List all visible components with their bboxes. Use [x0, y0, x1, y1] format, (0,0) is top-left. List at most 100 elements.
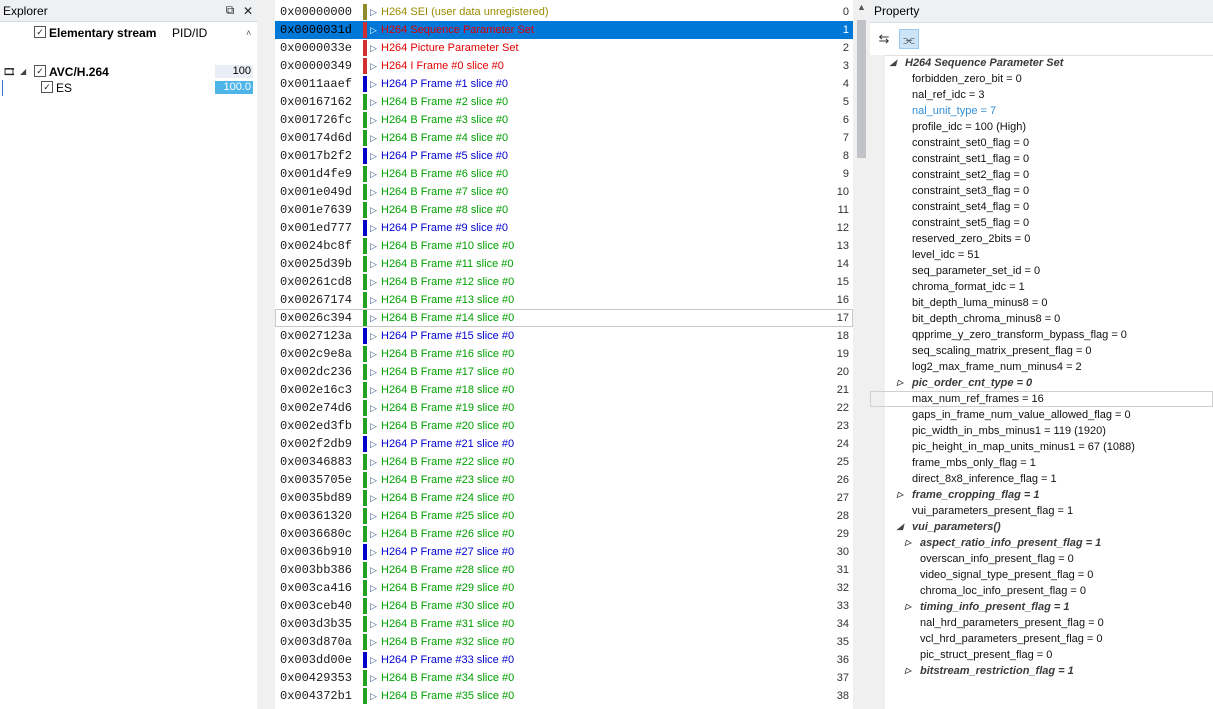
- property-field[interactable]: constraint_set1_flag = 0: [912, 151, 1029, 167]
- packet-row[interactable]: 0x0017b2f2 ▷ H264 P Frame #5 slice #0 8: [275, 147, 853, 165]
- expand-arrow-icon[interactable]: ▷: [370, 75, 377, 93]
- packet-row[interactable]: 0x0000033e ▷ H264 Picture Parameter Set 2: [275, 39, 853, 57]
- packet-row[interactable]: 0x0036680c ▷ H264 B Frame #26 slice #0 29: [275, 525, 853, 543]
- swap-arrows-icon[interactable]: ⇆: [874, 29, 894, 49]
- property-field[interactable]: constraint_set4_flag = 0: [912, 199, 1029, 215]
- expand-arrow-icon[interactable]: ▷: [905, 663, 911, 679]
- collapse-arrow-icon[interactable]: ◢: [897, 519, 903, 535]
- property-field[interactable]: direct_8x8_inference_flag = 1: [912, 471, 1057, 487]
- expand-arrow-icon[interactable]: ▷: [370, 3, 377, 21]
- expand-arrow-icon[interactable]: ▷: [370, 615, 377, 633]
- expand-arrow-icon[interactable]: ▷: [370, 39, 377, 57]
- tree-node-avc[interactable]: 🎞 ◢ ✓ AVC/H.264 100: [0, 64, 257, 80]
- property-field[interactable]: bit_depth_chroma_minus8 = 0: [912, 311, 1060, 327]
- expand-arrow-icon[interactable]: ▷: [370, 255, 377, 273]
- property-field[interactable]: nal_hrd_parameters_present_flag = 0: [920, 615, 1104, 631]
- avc-checkbox[interactable]: ✓: [34, 65, 46, 77]
- property-field[interactable]: vcl_hrd_parameters_present_flag = 0: [920, 631, 1103, 647]
- tree-view-icon[interactable]: ⫘: [899, 29, 919, 49]
- packet-row[interactable]: 0x0026c394 ▷ H264 B Frame #14 slice #0 17: [275, 309, 853, 327]
- property-field[interactable]: profile_idc = 100 (High): [912, 119, 1026, 135]
- expand-arrow-icon[interactable]: ▷: [370, 489, 377, 507]
- property-field[interactable]: max_num_ref_frames = 16: [912, 391, 1044, 407]
- packet-row[interactable]: 0x003d870a ▷ H264 B Frame #32 slice #0 35: [275, 633, 853, 651]
- expand-arrow-icon[interactable]: ▷: [370, 291, 377, 309]
- property-field[interactable]: seq_parameter_set_id = 0: [912, 263, 1040, 279]
- expand-arrow-icon[interactable]: ▷: [370, 633, 377, 651]
- property-field[interactable]: log2_max_frame_num_minus4 = 2: [912, 359, 1082, 375]
- property-field[interactable]: vui_parameters_present_flag = 1: [912, 503, 1073, 519]
- property-field[interactable]: bit_depth_luma_minus8 = 0: [912, 295, 1047, 311]
- packet-row[interactable]: 0x002e74d6 ▷ H264 B Frame #19 slice #0 22: [275, 399, 853, 417]
- expand-arrow-icon[interactable]: ▷: [370, 525, 377, 543]
- packet-row[interactable]: 0x003dd00e ▷ H264 P Frame #33 slice #0 36: [275, 651, 853, 669]
- expand-arrow-icon[interactable]: ▷: [370, 453, 377, 471]
- expand-arrow-icon[interactable]: ▷: [370, 579, 377, 597]
- packet-row[interactable]: 0x00000000 ▷ H264 SEI (user data unregiste…: [275, 3, 853, 21]
- packet-row[interactable]: 0x004372b1 ▷ H264 B Frame #35 slice #0 38: [275, 687, 853, 705]
- property-field[interactable]: nal_ref_idc = 3: [912, 87, 984, 103]
- property-field[interactable]: ▷ frame_cropping_flag = 1: [897, 487, 1039, 503]
- packet-list-scrollbar[interactable]: ▲: [853, 0, 870, 709]
- expand-arrow-icon[interactable]: ▷: [897, 487, 903, 503]
- property-field[interactable]: pic_height_in_map_units_minus1 = 67 (108…: [912, 439, 1135, 455]
- expand-arrow-icon[interactable]: ▷: [370, 435, 377, 453]
- expand-arrow-icon[interactable]: ▷: [370, 543, 377, 561]
- packet-row[interactable]: 0x001e049d ▷ H264 B Frame #7 slice #0 10: [275, 183, 853, 201]
- packet-row[interactable]: 0x001726fc ▷ H264 B Frame #3 slice #0 6: [275, 111, 853, 129]
- expand-arrow-icon[interactable]: ▷: [370, 417, 377, 435]
- expand-arrow-icon[interactable]: ▷: [370, 183, 377, 201]
- collapse-arrow-icon[interactable]: ◢: [20, 64, 26, 80]
- packet-row[interactable]: 0x00346883 ▷ H264 B Frame #22 slice #0 25: [275, 453, 853, 471]
- expand-arrow-icon[interactable]: ▷: [370, 219, 377, 237]
- packet-row[interactable]: 0x0025d39b ▷ H264 B Frame #11 slice #0 14: [275, 255, 853, 273]
- expand-arrow-icon[interactable]: ▷: [897, 375, 903, 391]
- header-checkbox[interactable]: ✓: [34, 26, 46, 38]
- packet-row[interactable]: 0x0027123a ▷ H264 P Frame #15 slice #0 18: [275, 327, 853, 345]
- property-field[interactable]: ▷ pic_order_cnt_type = 0: [897, 375, 1032, 391]
- property-field[interactable]: forbidden_zero_bit = 0: [912, 71, 1022, 87]
- expand-arrow-icon[interactable]: ▷: [370, 201, 377, 219]
- packet-row[interactable]: 0x002dc236 ▷ H264 B Frame #17 slice #0 20: [275, 363, 853, 381]
- scrollbar-thumb[interactable]: [857, 20, 866, 158]
- expand-arrow-icon[interactable]: ▷: [370, 363, 377, 381]
- expand-arrow-icon[interactable]: ▷: [370, 597, 377, 615]
- expand-arrow-icon[interactable]: ▷: [370, 381, 377, 399]
- packet-row[interactable]: 0x0036b910 ▷ H264 P Frame #27 slice #0 30: [275, 543, 853, 561]
- property-field[interactable]: nal_unit_type = 7: [912, 103, 996, 119]
- packet-row[interactable]: 0x00261cd8 ▷ H264 B Frame #12 slice #0 15: [275, 273, 853, 291]
- property-field[interactable]: pic_width_in_mbs_minus1 = 119 (1920): [912, 423, 1106, 439]
- property-field[interactable]: seq_scaling_matrix_present_flag = 0: [912, 343, 1091, 359]
- close-icon[interactable]: ✕: [239, 4, 257, 18]
- property-field[interactable]: video_signal_type_present_flag = 0: [920, 567, 1093, 583]
- packet-row[interactable]: 0x00174d6d ▷ H264 B Frame #4 slice #0 7: [275, 129, 853, 147]
- packet-row[interactable]: 0x00429353 ▷ H264 B Frame #34 slice #0 37: [275, 669, 853, 687]
- expand-arrow-icon[interactable]: ▷: [370, 687, 377, 705]
- property-field[interactable]: gaps_in_frame_num_value_allowed_flag = 0: [912, 407, 1131, 423]
- property-field[interactable]: chroma_format_idc = 1: [912, 279, 1025, 295]
- property-field[interactable]: reserved_zero_2bits = 0: [912, 231, 1030, 247]
- property-field[interactable]: qpprime_y_zero_transform_bypass_flag = 0: [912, 327, 1127, 343]
- expand-arrow-icon[interactable]: ▷: [905, 599, 911, 615]
- collapse-arrow-icon[interactable]: ◢: [890, 55, 896, 71]
- property-field[interactable]: constraint_set2_flag = 0: [912, 167, 1029, 183]
- property-field[interactable]: pic_struct_present_flag = 0: [920, 647, 1052, 663]
- expand-arrow-icon[interactable]: ▷: [370, 345, 377, 363]
- packet-row[interactable]: 0x003d3b35 ▷ H264 B Frame #31 slice #0 34: [275, 615, 853, 633]
- scroll-up-arrow-icon[interactable]: ▲: [853, 2, 870, 12]
- expand-arrow-icon[interactable]: ▷: [370, 561, 377, 579]
- expand-arrow-icon[interactable]: ▷: [370, 93, 377, 111]
- packet-row[interactable]: 0x002e16c3 ▷ H264 B Frame #18 slice #0 21: [275, 381, 853, 399]
- sort-up-icon[interactable]: ˄: [246, 25, 251, 41]
- expand-arrow-icon[interactable]: ▷: [370, 399, 377, 417]
- expand-arrow-icon[interactable]: ▷: [370, 111, 377, 129]
- property-field[interactable]: level_idc = 51: [912, 247, 980, 263]
- packet-row[interactable]: 0x0024bc8f ▷ H264 B Frame #10 slice #0 13: [275, 237, 853, 255]
- packet-row[interactable]: 0x00361320 ▷ H264 B Frame #25 slice #0 28: [275, 507, 853, 525]
- packet-row[interactable]: 0x001ed777 ▷ H264 P Frame #9 slice #0 12: [275, 219, 853, 237]
- expand-arrow-icon[interactable]: ▷: [905, 535, 911, 551]
- expand-arrow-icon[interactable]: ▷: [370, 669, 377, 687]
- expand-arrow-icon[interactable]: ▷: [370, 57, 377, 75]
- expand-arrow-icon[interactable]: ▷: [370, 327, 377, 345]
- property-field[interactable]: overscan_info_present_flag = 0: [920, 551, 1074, 567]
